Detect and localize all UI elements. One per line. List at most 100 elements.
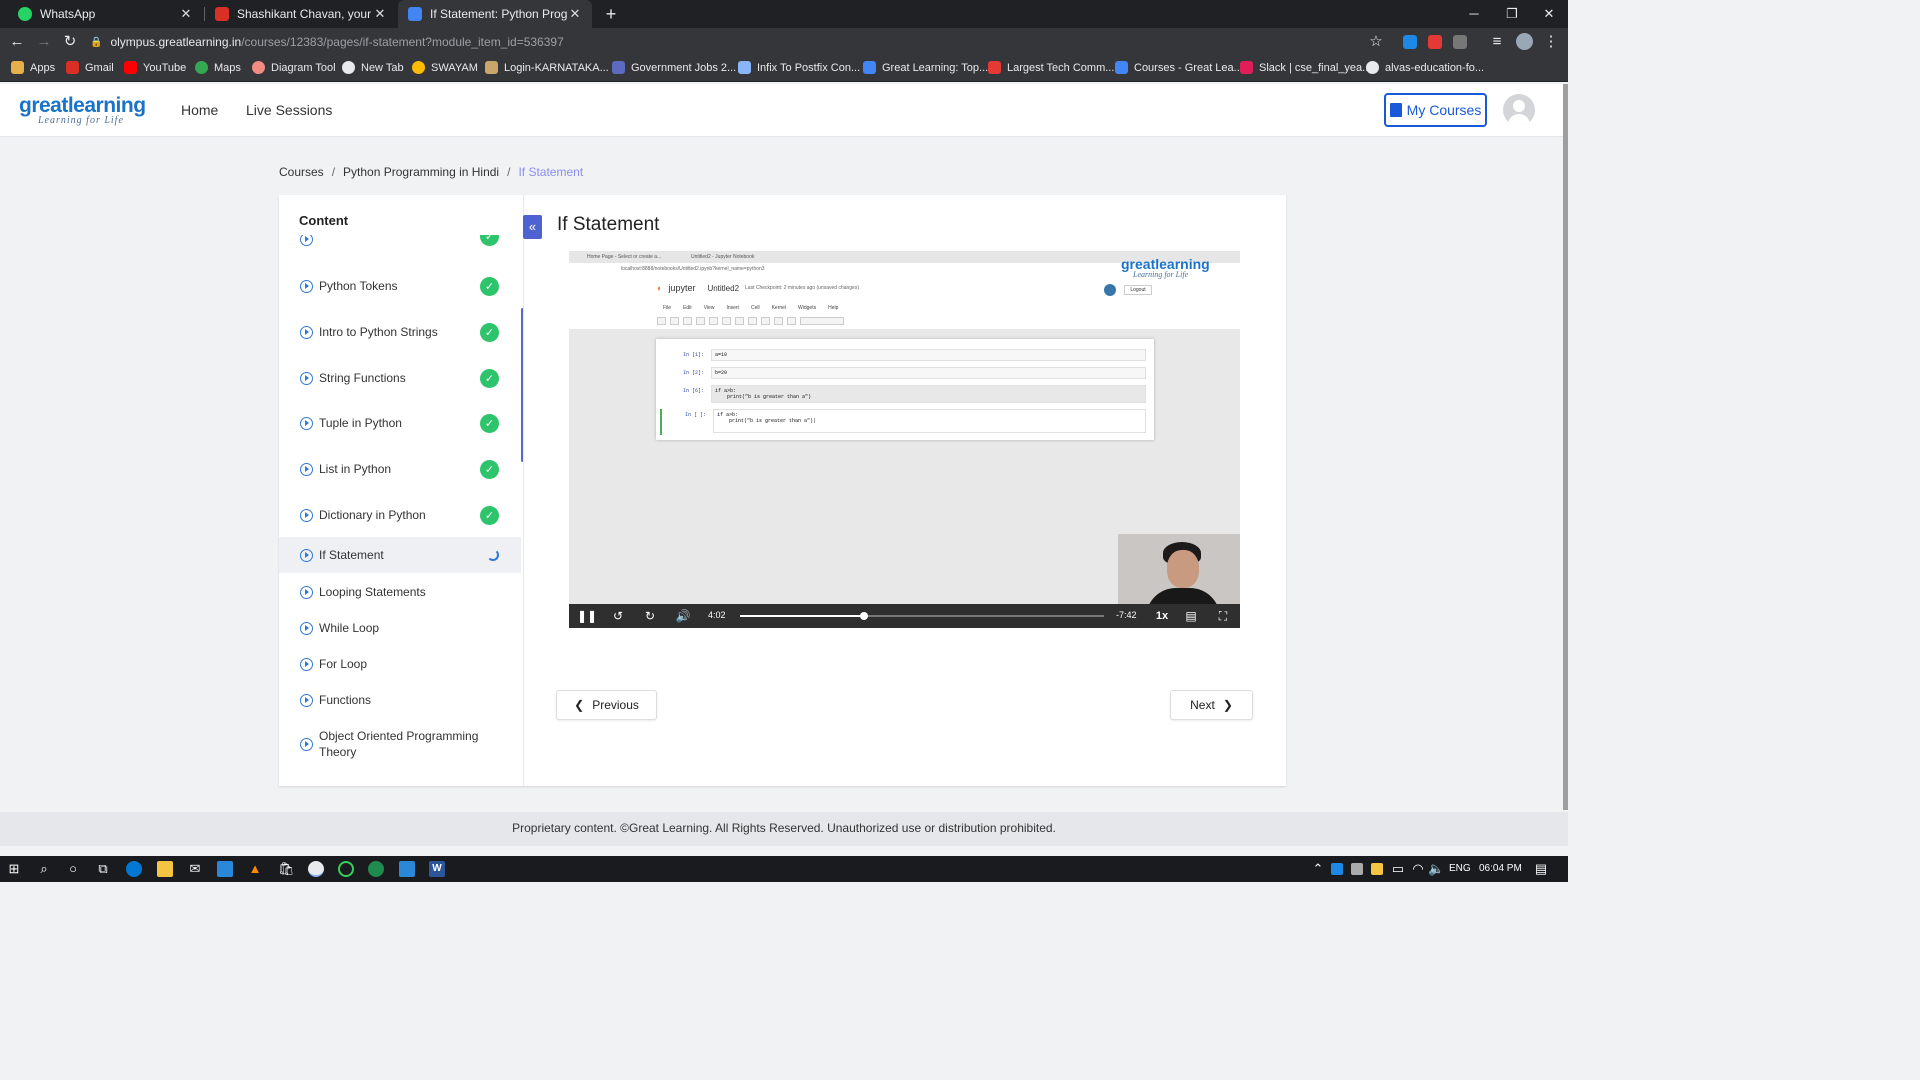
greatlearning-logo[interactable]: greatlearning Learning for Life <box>19 94 146 126</box>
language-indicator[interactable]: ENG <box>1449 863 1471 874</box>
extension-icon[interactable] <box>1403 35 1417 49</box>
sidebar-item-python-tokens[interactable]: Python Tokens ✓ <box>279 276 521 296</box>
tab-whatsapp[interactable]: WhatsApp ✕ <box>8 0 203 28</box>
bookmark-swayam[interactable]: SWAYAM <box>412 61 478 74</box>
captions-icon[interactable]: ▤ <box>1183 608 1199 624</box>
bookmark-gmail[interactable]: Gmail <box>66 61 114 74</box>
breadcrumb-courses[interactable]: Courses <box>279 165 324 179</box>
my-courses-button[interactable]: My Courses <box>1384 93 1487 127</box>
sidebar-item-for-loop[interactable]: For Loop <box>279 654 521 674</box>
windows-start-icon[interactable]: ⊞ <box>6 861 22 877</box>
collapse-sidebar-button[interactable]: « <box>523 215 542 239</box>
bookmark-slack[interactable]: Slack | cse_final_yea... <box>1240 61 1371 74</box>
star-icon[interactable]: ☆ <box>1367 33 1385 51</box>
nav-live-sessions[interactable]: Live Sessions <box>246 102 332 118</box>
minimize-button[interactable]: ─ <box>1455 0 1493 28</box>
task-view-icon[interactable]: ⧉ <box>95 861 111 877</box>
rewind-icon[interactable]: ↺ <box>610 608 626 624</box>
tray-icon[interactable] <box>1331 863 1343 875</box>
volume-icon[interactable]: 🔊 <box>675 608 691 624</box>
chevron-right-icon: ❯ <box>1222 698 1233 712</box>
forward-button[interactable]: → <box>35 33 53 51</box>
app-icon[interactable] <box>399 861 415 877</box>
bookmark-apps[interactable]: Apps <box>11 61 55 74</box>
progress-knob[interactable] <box>859 612 868 620</box>
media-control-icon[interactable]: ≡ <box>1488 33 1506 51</box>
close-window-button[interactable]: ✕ <box>1530 0 1568 28</box>
pause-icon[interactable]: ❚❚ <box>577 608 597 624</box>
previous-button[interactable]: ❮ Previous <box>556 690 657 720</box>
vlc-icon[interactable]: ▲ <box>247 861 263 877</box>
sidebar-item-oop-theory[interactable]: Object Oriented Programming Theory <box>279 727 521 761</box>
bookmark-government-jobs[interactable]: Government Jobs 2... <box>612 61 736 74</box>
bookmark-youtube[interactable]: YouTube <box>124 61 186 74</box>
tab-gmail[interactable]: Shashikant Chavan, your Round 2 ✕ <box>205 0 397 28</box>
sidebar-item-looping[interactable]: Looping Statements <box>279 582 521 602</box>
jupyter-notebook: In [1]: a=10 In [2]: b=20 In [6]: if a>b… <box>656 339 1154 440</box>
store-icon[interactable]: 🛍 <box>278 861 295 877</box>
sidebar-item-while-loop[interactable]: While Loop <box>279 618 521 638</box>
video-progress-bar[interactable] <box>740 612 1104 620</box>
sidebar-item-string-functions[interactable]: String Functions ✓ <box>279 368 521 388</box>
back-button[interactable]: ← <box>8 33 26 51</box>
chrome-icon[interactable] <box>308 861 324 877</box>
cortana-icon[interactable]: ○ <box>65 861 81 877</box>
bookmark-new-tab[interactable]: New Tab <box>342 61 404 74</box>
volume-icon[interactable]: 🔈 <box>1428 861 1444 877</box>
app-icon[interactable] <box>217 861 233 877</box>
profile-avatar-icon[interactable] <box>1516 33 1533 50</box>
file-explorer-icon[interactable] <box>157 861 173 877</box>
sidebar-item-list[interactable]: List in Python ✓ <box>279 459 521 479</box>
sidebar-item-tuple[interactable]: Tuple in Python ✓ <box>279 413 521 433</box>
nav-home[interactable]: Home <box>181 102 218 118</box>
search-icon[interactable]: ⌕ <box>36 861 52 877</box>
edge-icon[interactable] <box>126 861 142 877</box>
tray-icon[interactable] <box>1351 863 1363 875</box>
app-icon[interactable] <box>368 861 384 877</box>
playback-speed[interactable]: 1x <box>1152 608 1172 624</box>
breadcrumb-course[interactable]: Python Programming in Hindi <box>343 165 499 179</box>
tray-icon[interactable] <box>1371 863 1383 875</box>
wifi-icon[interactable]: ◠ <box>1410 861 1426 877</box>
clock[interactable]: 06:04 PM <box>1479 863 1522 874</box>
bookmark-diagram-tool[interactable]: Diagram Tool <box>252 61 336 74</box>
forward-icon[interactable]: ↻ <box>642 608 658 624</box>
notifications-icon[interactable]: ▤ <box>1533 861 1549 877</box>
bookmark-login-karnataka[interactable]: Login-KARNATAKA... <box>485 61 609 74</box>
menu-icon[interactable]: ⋮ <box>1542 33 1560 51</box>
bookmark-great-learning[interactable]: Great Learning: Top... <box>863 61 988 74</box>
video-player[interactable]: Home Page - Select or create a... Untitl… <box>569 251 1240 628</box>
next-button[interactable]: Next ❯ <box>1170 690 1253 720</box>
close-tab-icon[interactable]: ✕ <box>373 6 387 22</box>
sidebar-item-partial[interactable]: ✓ <box>279 235 521 251</box>
site-header: greatlearning Learning for Life Home Liv… <box>0 84 1563 137</box>
extension-icon[interactable] <box>1453 35 1467 49</box>
app-icon[interactable] <box>338 861 354 877</box>
tab-if-statement[interactable]: If Statement: Python Program ✕ <box>398 0 592 28</box>
bookmark-github[interactable]: alvas-education-fo... <box>1366 61 1484 74</box>
word-icon[interactable]: W <box>429 861 445 877</box>
close-tab-icon[interactable]: ✕ <box>568 6 582 22</box>
restore-button[interactable]: ❐ <box>1493 0 1531 28</box>
chevron-up-icon[interactable]: ⌃ <box>1310 861 1326 877</box>
sidebar-item-intro-strings[interactable]: Intro to Python Strings ✓ <box>279 322 521 342</box>
sidebar-scrollbar[interactable] <box>521 308 523 462</box>
bookmark-courses-great-learning[interactable]: Courses - Great Lea... <box>1115 61 1243 74</box>
new-tab-button[interactable]: + <box>601 4 621 24</box>
bookmark-infix-postfix[interactable]: Infix To Postfix Con... <box>738 61 860 74</box>
adblock-icon[interactable] <box>1428 35 1442 49</box>
page-scrollbar[interactable] <box>1563 84 1568 812</box>
reload-button[interactable]: ↻ <box>61 33 79 51</box>
bookmark-maps[interactable]: Maps <box>195 61 241 74</box>
battery-icon[interactable]: ▭ <box>1390 861 1406 877</box>
bookmark-largest-tech[interactable]: Largest Tech Comm... <box>988 61 1114 74</box>
close-tab-icon[interactable]: ✕ <box>179 6 193 22</box>
fullscreen-icon[interactable]: ⛶ <box>1215 608 1231 624</box>
user-avatar[interactable] <box>1503 94 1535 126</box>
sidebar-item-if-statement[interactable]: If Statement <box>279 537 521 573</box>
url-field[interactable]: 🔒 olympus.greatlearning.in/courses/12383… <box>90 31 1390 53</box>
mail-icon[interactable]: ✉ <box>187 861 203 877</box>
sidebar-item-dictionary[interactable]: Dictionary in Python ✓ <box>279 505 521 525</box>
sidebar-item-functions[interactable]: Functions <box>279 690 521 710</box>
page-scrollbar-thumb[interactable] <box>1563 84 1568 810</box>
